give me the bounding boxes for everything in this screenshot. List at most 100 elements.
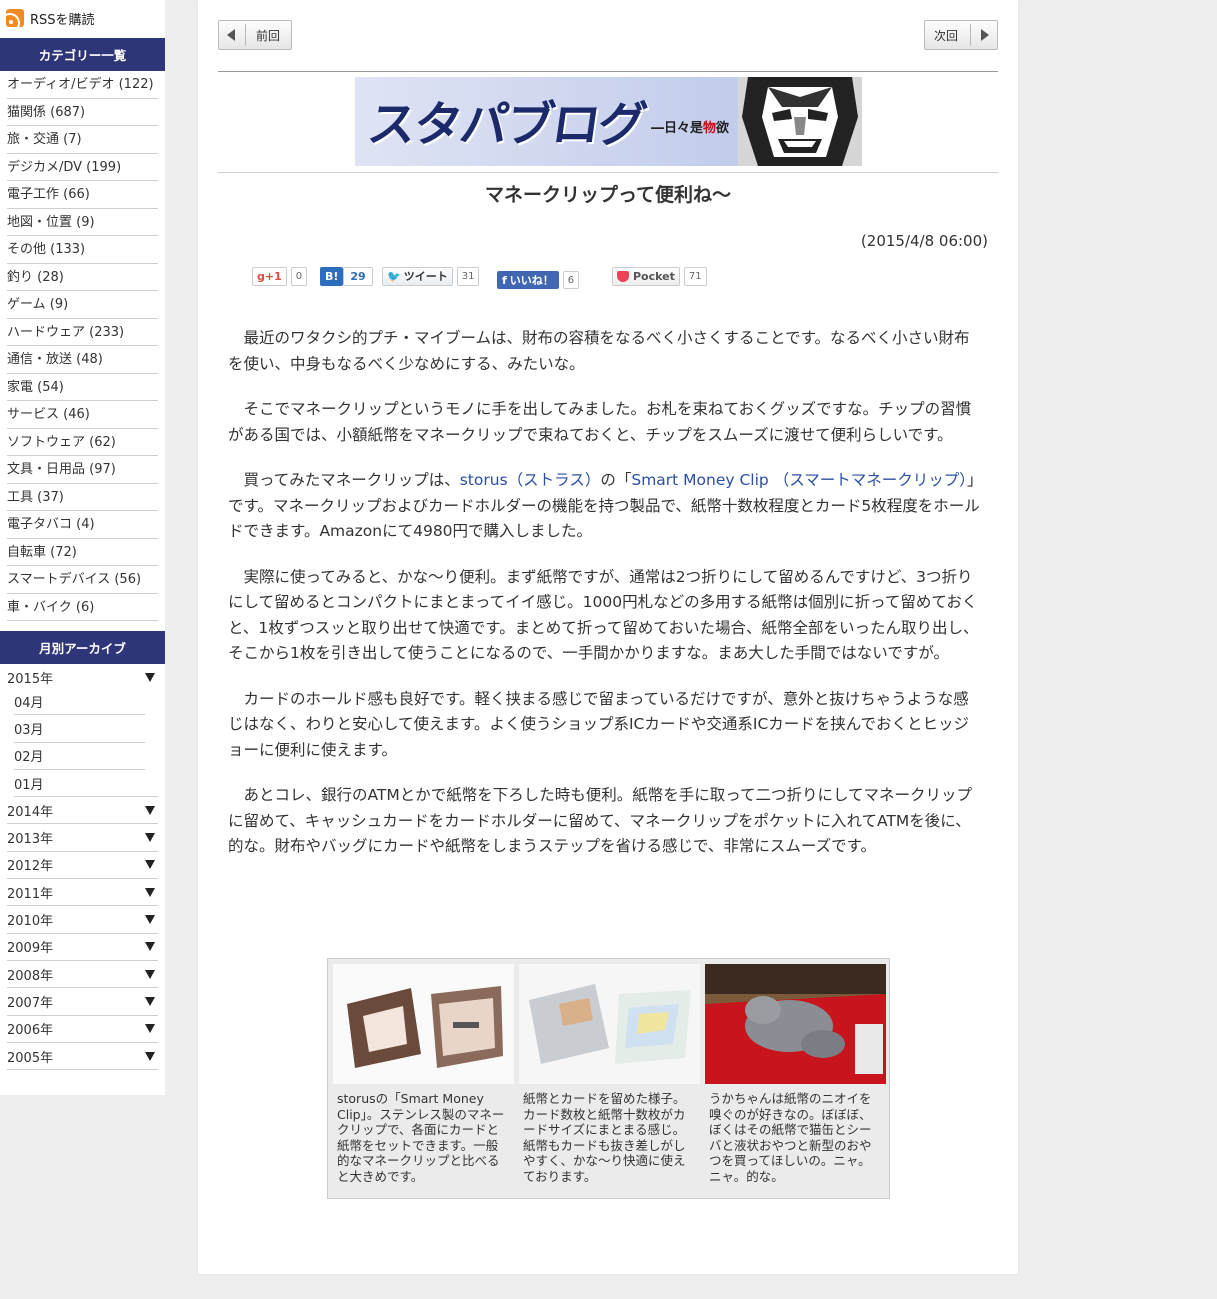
category-item-tools[interactable]: 工具 (37)	[7, 484, 158, 511]
category-item-bicycle[interactable]: 自転車 (72)	[7, 539, 158, 566]
category-item-car-bike[interactable]: 車・バイク (6)	[7, 594, 158, 621]
chevron-down-icon[interactable]	[145, 887, 155, 897]
category-item-service[interactable]: サービス (46)	[7, 401, 158, 429]
pocket-share[interactable]: Pocket 71	[612, 266, 707, 286]
chevron-down-icon[interactable]	[145, 942, 155, 952]
archive-year-2009[interactable]: 2009年	[7, 934, 158, 961]
archive-month-01[interactable]: 01月	[14, 770, 158, 798]
cat-sniffing-money-photo[interactable]	[705, 964, 886, 1084]
money-clip-with-cards-photo[interactable]	[519, 964, 700, 1084]
category-item-map[interactable]: 地図・位置 (9)	[7, 209, 158, 236]
chevron-down-icon[interactable]	[145, 969, 155, 979]
blog-banner[interactable]: スタパブログ ―日々是物欲	[355, 77, 862, 166]
smart-money-clip-link[interactable]: Smart Money Clip （スマートマネークリップ）	[631, 471, 967, 489]
category-item-cat[interactable]: 猫関係 (687)	[7, 99, 158, 126]
archive-year-2010[interactable]: 2010年	[7, 906, 158, 934]
gplus-share[interactable]: g+1 0	[252, 266, 308, 286]
pocket-button[interactable]: Pocket	[612, 266, 680, 286]
pocket-count: 71	[683, 266, 707, 286]
button-divider	[970, 24, 971, 46]
next-button[interactable]: 次回	[924, 20, 998, 50]
chevron-down-icon[interactable]	[145, 915, 155, 925]
archive-year-2008[interactable]: 2008年	[7, 961, 158, 989]
chevron-down-icon[interactable]	[145, 672, 155, 682]
photo-gallery: storusの「Smart Money Clip」。ステンレス製のマネークリップ…	[327, 958, 890, 1199]
gallery-item: うかちゃんは紙幣のニオイを嗅ぐのが好きなの。ぼぼぼ、ぼくはその紙幣で猫缶とシーバ…	[705, 964, 886, 1193]
category-item-audio-video[interactable]: オーディオ/ビデオ (122)	[7, 71, 158, 99]
paragraph-4: 実際に使ってみると、かな〜り便利。まず紙幣ですが、通常は2つ折りにして留めるんで…	[228, 567, 979, 663]
archive-year-2007[interactable]: 2007年	[7, 988, 158, 1016]
paragraph-2: そこでマネークリップというモノに手を出してみました。お札を束ねておくグッズですな…	[228, 400, 972, 444]
categories-heading: カテゴリー一覧	[0, 38, 165, 71]
archive-year-2013[interactable]: 2013年	[7, 824, 158, 852]
archive-year-label: 2007年	[7, 995, 54, 1011]
rss-subscribe-link[interactable]: RSSを購読	[0, 0, 165, 36]
category-item-stationery[interactable]: 文具・日用品 (97)	[7, 456, 158, 484]
prev-button[interactable]: 前回	[218, 20, 292, 50]
twitter-bird-icon: 🐦	[387, 269, 401, 283]
category-item-ecig[interactable]: 電子タバコ (4)	[7, 511, 158, 539]
button-divider	[245, 24, 246, 46]
category-item-other[interactable]: その他 (133)	[7, 236, 158, 264]
pocket-icon	[617, 270, 629, 282]
archive-year-label: 2014年	[7, 804, 54, 820]
paragraph-3: 買ってみたマネークリップは、storus（ストラス）の「Smart Money …	[228, 468, 984, 545]
hatena-bookmark-button[interactable]: B!	[320, 266, 344, 286]
chevron-down-icon[interactable]	[145, 996, 155, 1006]
paragraph-1: 最近のワタクシ的プチ・マイブームは、財布の容積をなるべく小さくすることです。なる…	[228, 329, 970, 373]
banner-title: スタパブログ	[364, 97, 649, 153]
archive-year-2014[interactable]: 2014年	[7, 797, 158, 825]
title-divider	[218, 172, 998, 173]
hatena-share[interactable]: B! 29	[320, 266, 373, 286]
archive-year-label: 2008年	[7, 968, 54, 984]
chevron-down-icon[interactable]	[145, 1051, 155, 1061]
rss-icon	[6, 9, 24, 27]
tweet-share[interactable]: 🐦 ツイート 31	[382, 266, 480, 286]
archive-year-2011[interactable]: 2011年	[7, 879, 158, 907]
mascot-face-image	[738, 77, 862, 166]
category-item-appliance[interactable]: 家電 (54)	[7, 374, 158, 401]
category-item-game[interactable]: ゲーム (9)	[7, 291, 158, 319]
chevron-down-icon[interactable]	[145, 860, 155, 870]
category-list: オーディオ/ビデオ (122) 猫関係 (687) 旅・交通 (7) デジカメ/…	[0, 71, 165, 621]
tweet-button[interactable]: 🐦 ツイート	[382, 266, 453, 286]
gplus-button[interactable]: g+1	[252, 266, 287, 286]
facebook-like-button[interactable]: f いいね！	[497, 271, 559, 289]
archive-year-2005[interactable]: 2005年	[7, 1043, 158, 1071]
category-item-electronics[interactable]: 電子工作 (66)	[7, 181, 158, 209]
gallery-item: 紙幣とカードを留めた様子。カード数枚と紙幣十数枚がカードサイズにまとまる感じ。紙…	[519, 964, 700, 1193]
gallery-item: storusの「Smart Money Clip」。ステンレス製のマネークリップ…	[333, 964, 514, 1193]
facebook-like[interactable]: f いいね！ 6	[497, 270, 580, 290]
money-clip-photo[interactable]	[333, 964, 514, 1084]
category-item-fishing[interactable]: 釣り (28)	[7, 264, 158, 291]
tweet-count: 31	[456, 266, 480, 286]
chevron-down-icon[interactable]	[145, 833, 155, 843]
category-item-telecom[interactable]: 通信・放送 (48)	[7, 346, 158, 374]
banner-subtitle-red: 物	[703, 121, 717, 136]
chevron-down-icon[interactable]	[145, 1024, 155, 1034]
archive-month-02[interactable]: 02月	[14, 743, 145, 770]
tweet-label: ツイート	[403, 270, 448, 283]
category-item-hardware[interactable]: ハードウェア (233)	[7, 319, 158, 346]
banner-subtitle-post: 欲	[716, 121, 730, 136]
archive-year-label: 2015年	[7, 671, 54, 687]
category-item-travel[interactable]: 旅・交通 (7)	[7, 126, 158, 154]
banner-subtitle: ―日々是物欲	[651, 117, 729, 136]
archive-month-04[interactable]: 04月	[14, 688, 145, 716]
paragraph-3-text: の「	[600, 471, 632, 489]
category-item-digicam[interactable]: デジカメ/DV (199)	[7, 154, 158, 181]
archive-year-2012[interactable]: 2012年	[7, 852, 158, 880]
chevron-down-icon[interactable]	[145, 805, 155, 815]
hatena-count: 29	[343, 266, 373, 286]
gallery-caption: 紙幣とカードを留めた様子。カード数枚と紙幣十数枚がカードサイズにまとまる感じ。紙…	[523, 1091, 686, 1184]
main-content: 前回 次回 スタパブログ ―日々是物欲 マネークリップって便利ね〜 (2015/…	[198, 0, 1018, 1274]
archive-year-2015[interactable]: 2015年	[7, 666, 158, 688]
archive-year-2006[interactable]: 2006年	[7, 1016, 158, 1043]
archive-month-03[interactable]: 03月	[14, 715, 145, 743]
arrow-left-icon	[227, 29, 235, 41]
storus-link[interactable]: storus（ストラス）	[460, 471, 601, 489]
category-item-smart-device[interactable]: スマートデバイス (56)	[7, 566, 158, 594]
archive-year-label: 2006年	[7, 1023, 54, 1039]
rss-label: RSSを購読	[30, 12, 95, 28]
category-item-software[interactable]: ソフトウェア (62)	[7, 429, 158, 456]
